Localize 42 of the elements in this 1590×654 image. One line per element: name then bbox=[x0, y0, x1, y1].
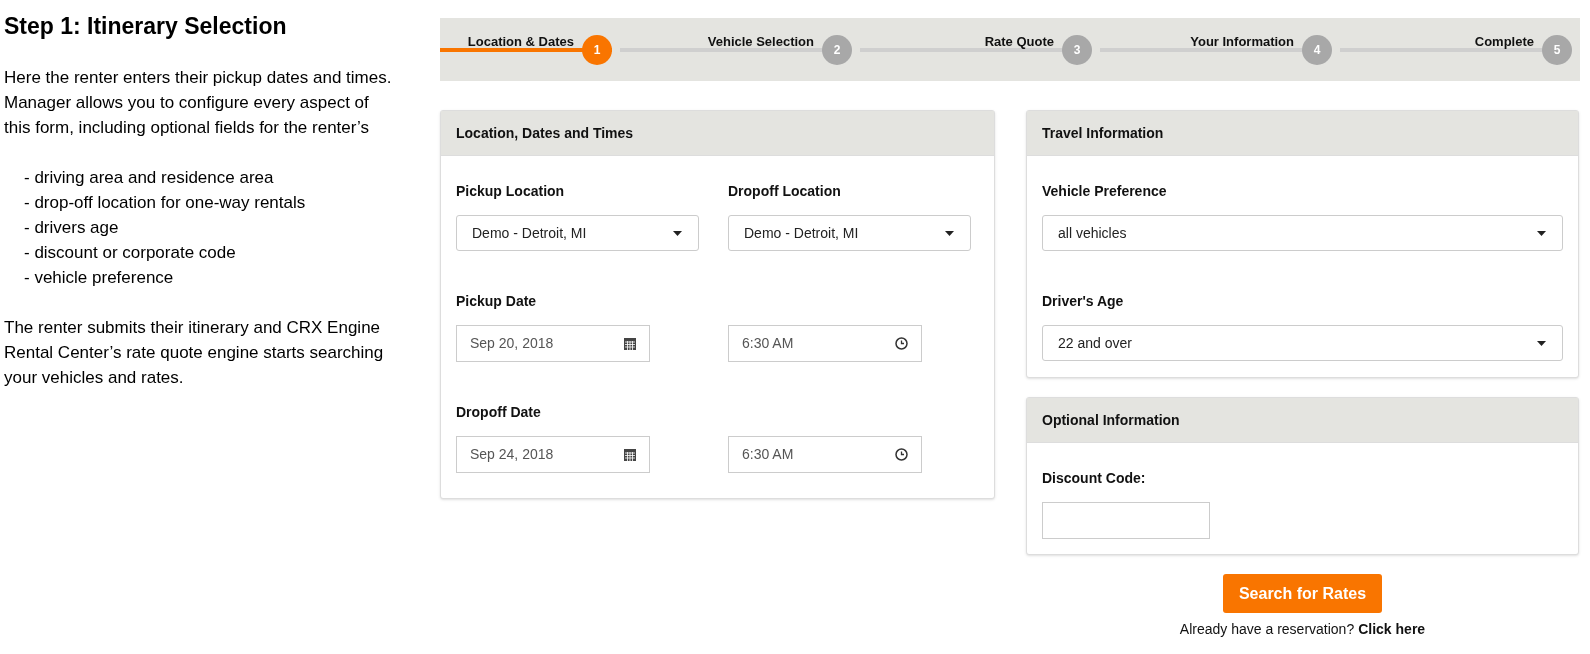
calendar-icon bbox=[624, 448, 636, 461]
panel-header: Optional Information bbox=[1027, 398, 1578, 443]
field-label: Dropoff Date bbox=[456, 404, 541, 420]
reservation-prompt: Already have a reservation? bbox=[1179, 620, 1355, 639]
time-field[interactable]: 6:30 AM bbox=[728, 325, 922, 362]
time-field[interactable]: 6:30 AM bbox=[728, 436, 922, 473]
feature-list-item: - driving area and residence area bbox=[24, 167, 275, 189]
panel-header: Travel Information bbox=[1027, 111, 1578, 156]
clock-icon bbox=[895, 448, 908, 461]
caret-icon bbox=[1537, 230, 1546, 236]
panel-header: Location, Dates and Times bbox=[441, 111, 994, 156]
closing-paragraph: The renter submits their itinerary and CRX Engine Rental Center’s rate quote engine starts searching your vehicles and rates. bbox=[4, 317, 385, 389]
field-label: Driver's Age bbox=[1042, 293, 1124, 309]
feature-list-item: - discount or corporate code bbox=[24, 242, 237, 264]
step-label: Rate Quote bbox=[984, 33, 1054, 51]
dropdown-field[interactable]: 22 and over bbox=[1042, 325, 1563, 361]
field-label: Dropoff Location bbox=[728, 183, 841, 199]
step-label: Location & Dates bbox=[467, 33, 574, 51]
date-field[interactable]: Sep 24, 2018 bbox=[456, 436, 650, 473]
field-label: Pickup Location bbox=[456, 183, 565, 199]
feature-list-item: - drop-off location for one-way rentals bbox=[24, 192, 307, 214]
step-label: Vehicle Selection bbox=[707, 33, 814, 51]
step-label: Your Information bbox=[1190, 33, 1294, 51]
clock-icon bbox=[895, 337, 908, 350]
caret-icon bbox=[1537, 340, 1546, 346]
field-label: Discount Code: bbox=[1042, 470, 1146, 486]
intro-paragraph: Here the renter enters their pickup dates and times. Manager allows you to configure every aspect of this form, including optional fields for the renter’s bbox=[4, 67, 393, 139]
date-field[interactable]: Sep 20, 2018 bbox=[456, 325, 650, 362]
field-label: Vehicle Preference bbox=[1042, 183, 1167, 199]
feature-list-item: - vehicle preference bbox=[24, 267, 175, 289]
step-label: Complete bbox=[1474, 33, 1534, 51]
field-label: Pickup Date bbox=[456, 293, 537, 309]
calendar-icon bbox=[624, 337, 636, 350]
click-here-link[interactable]: Click here bbox=[1358, 619, 1426, 640]
dropdown-field[interactable]: Demo - Detroit, MI bbox=[728, 215, 971, 251]
caret-icon bbox=[673, 230, 682, 236]
page-title: Step 1: Itinerary Selection bbox=[4, 14, 288, 39]
dropdown-field[interactable]: all vehicles bbox=[1042, 215, 1563, 251]
input-field[interactable] bbox=[1042, 502, 1210, 539]
dropdown-field[interactable]: Demo - Detroit, MI bbox=[456, 215, 699, 251]
caret-icon bbox=[945, 230, 954, 236]
feature-list-item: - drivers age bbox=[24, 217, 120, 239]
